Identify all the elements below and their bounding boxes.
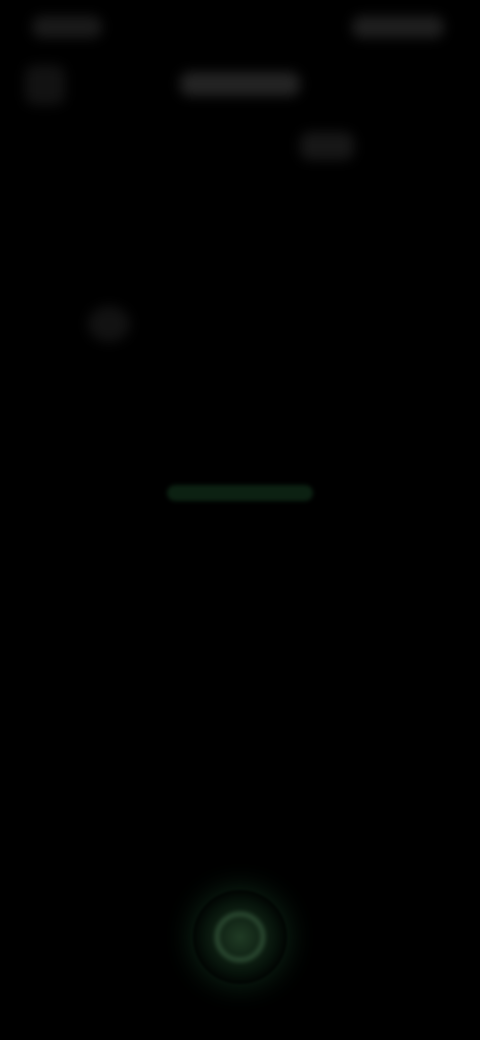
status-right: [352, 16, 444, 38]
status-left: [32, 16, 102, 38]
left-spot: [88, 306, 130, 342]
hint-panel: [0, 485, 480, 532]
hint-tag: [167, 485, 313, 501]
primary-action-button[interactable]: [193, 890, 287, 984]
action-icon: [215, 912, 265, 962]
title-area: [180, 72, 300, 96]
mid-decor: [300, 132, 354, 160]
side-decor: [25, 65, 65, 105]
